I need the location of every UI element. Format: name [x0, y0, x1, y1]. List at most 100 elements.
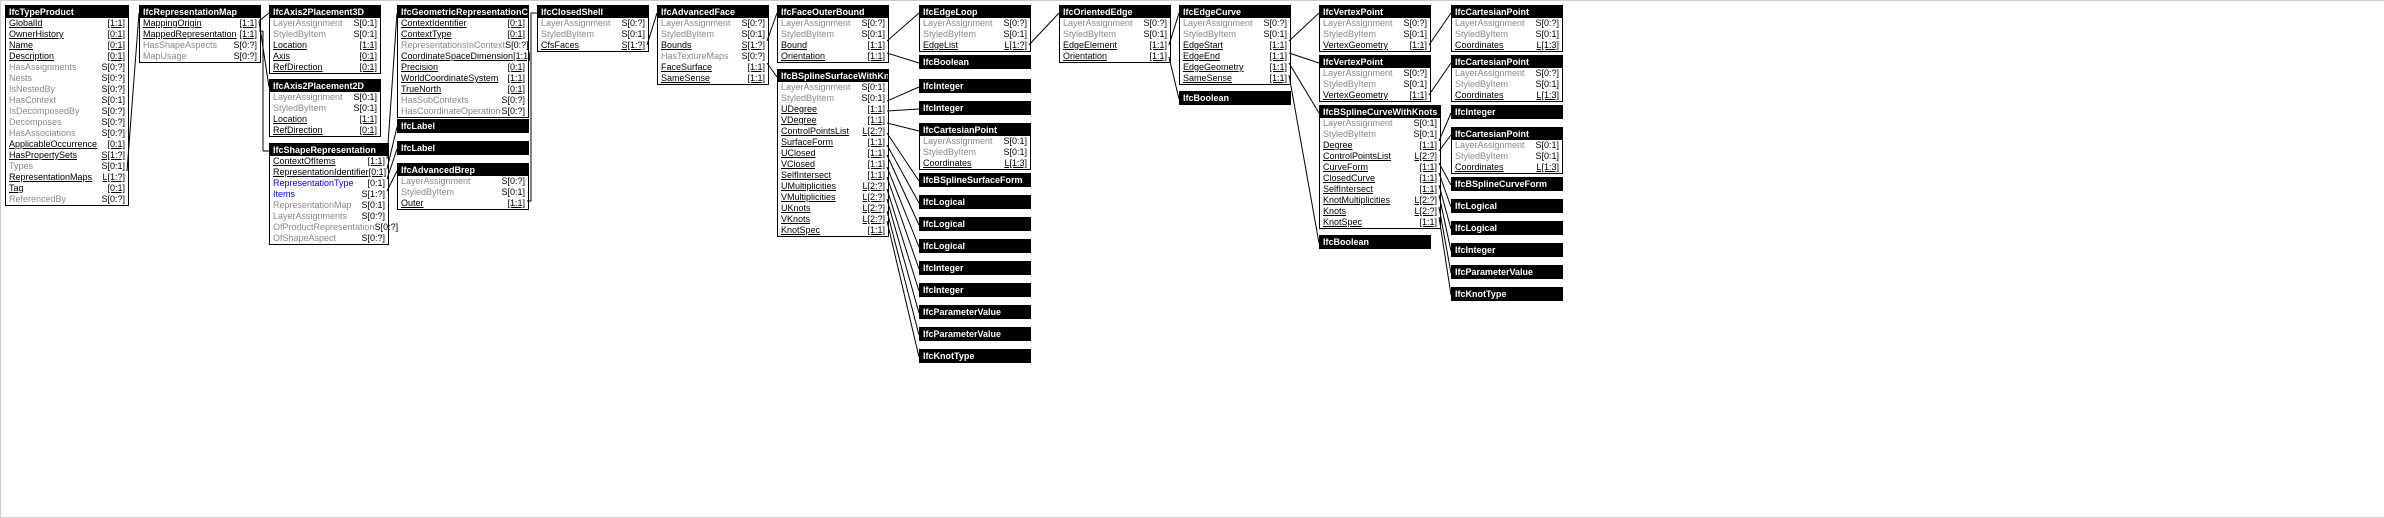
attr-UMultiplicities[interactable]: UMultiplicitiesL[2:?] [778, 181, 888, 192]
entity-IfcAdvancedBrep: IfcAdvancedBrepLayerAssignmentS[0:?]Styl… [397, 163, 529, 210]
attr-card: S[0:?] [501, 106, 525, 117]
attr-ApplicableOccurrence[interactable]: ApplicableOccurrence[0:1] [6, 139, 128, 150]
attr-VClosed[interactable]: VClosed[1:1] [778, 159, 888, 170]
attr-HasPropertySets[interactable]: HasPropertySetsS[1:?] [6, 150, 128, 161]
attr-name: RepresentationType [273, 178, 354, 189]
entity-IfcAxis2Placement3D: IfcAxis2Placement3DLayerAssignmentS[0:1]… [269, 5, 381, 74]
attr-VMultiplicities[interactable]: VMultiplicitiesL[2:?] [778, 192, 888, 203]
attr-UClosed[interactable]: UClosed[1:1] [778, 148, 888, 159]
attr-name: Orientation [1063, 51, 1107, 62]
attr-Knots[interactable]: KnotsL[2:?] [1320, 206, 1440, 217]
attr-name: StyledByItem [1455, 79, 1508, 90]
attr-GlobalId[interactable]: GlobalId[1:1] [6, 18, 128, 29]
attr-EdgeGeometry[interactable]: EdgeGeometry[1:1] [1180, 62, 1290, 73]
attr-LayerAssignment: LayerAssignmentS[0:?] [398, 176, 528, 187]
attr-ContextOfItems[interactable]: ContextOfItems[1:1] [270, 156, 388, 167]
attr-Coordinates[interactable]: CoordinatesL[1:3] [920, 158, 1030, 169]
entity-header: IfcOrientedEdge [1060, 6, 1170, 18]
entity-IfcShapeRepresentation: IfcShapeRepresentationContextOfItems[1:1… [269, 143, 389, 245]
attr-name: OfProductRepresentation [273, 222, 375, 233]
attr-MappedRepresentation[interactable]: MappedRepresentation[1:1] [140, 29, 260, 40]
attr-CoordinateSpaceDimension[interactable]: CoordinateSpaceDimension[1:1] [398, 51, 528, 62]
attr-Degree[interactable]: Degree[1:1] [1320, 140, 1440, 151]
attr-CfsFaces[interactable]: CfsFacesS[1:?] [538, 40, 648, 51]
attr-KnotSpec[interactable]: KnotSpec[1:1] [1320, 217, 1440, 228]
attr-Precision[interactable]: Precision[0:1] [398, 62, 528, 73]
attr-Axis[interactable]: Axis[0:1] [270, 51, 380, 62]
attr-Bound[interactable]: Bound[1:1] [778, 40, 888, 51]
attr-Bounds[interactable]: BoundsS[1:?] [658, 40, 768, 51]
attr-card: S[0:1] [1535, 29, 1559, 40]
attr-Location[interactable]: Location[1:1] [270, 40, 380, 51]
attr-name: LayerAssignment [273, 92, 343, 103]
attr-card: [1:1] [507, 73, 525, 84]
attr-name: HasTextureMaps [661, 51, 729, 62]
attr-ContextType[interactable]: ContextType[0:1] [398, 29, 528, 40]
attr-Outer[interactable]: Outer[1:1] [398, 198, 528, 209]
attr-name: LayerAssignment [541, 18, 611, 29]
attr-SameSense[interactable]: SameSense[1:1] [1180, 73, 1290, 84]
attr-VertexGeometry[interactable]: VertexGeometry[1:1] [1320, 40, 1430, 51]
attr-Coordinates[interactable]: CoordinatesL[1:3] [1452, 40, 1562, 51]
attr-FaceSurface[interactable]: FaceSurface[1:1] [658, 62, 768, 73]
attr-StyledByItem: StyledByItemS[0:1] [658, 29, 768, 40]
attr-name: KnotSpec [1323, 217, 1362, 228]
attr-EdgeStart[interactable]: EdgeStart[1:1] [1180, 40, 1290, 51]
attr-card: [1:1] [1269, 73, 1287, 84]
attr-KnotMultiplicities[interactable]: KnotMultiplicitiesL[2:?] [1320, 195, 1440, 206]
attr-EdgeEnd[interactable]: EdgeEnd[1:1] [1180, 51, 1290, 62]
attr-VDegree[interactable]: VDegree[1:1] [778, 115, 888, 126]
attr-UKnots[interactable]: UKnotsL[2:?] [778, 203, 888, 214]
attr-SurfaceForm[interactable]: SurfaceForm[1:1] [778, 137, 888, 148]
attr-card: S[0:?] [861, 18, 885, 29]
attr-Coordinates[interactable]: CoordinatesL[1:3] [1452, 162, 1562, 173]
attr-StyledByItem: StyledByItemS[0:1] [920, 29, 1030, 40]
attr-card: [1:1] [1269, 40, 1287, 51]
attr-EdgeList[interactable]: EdgeListL[1:?] [920, 40, 1030, 51]
connector-line [887, 221, 919, 357]
attr-SelfIntersect[interactable]: SelfIntersect[1:1] [1320, 184, 1440, 195]
attr-Name[interactable]: Name[0:1] [6, 40, 128, 51]
attr-EdgeElement[interactable]: EdgeElement[1:1] [1060, 40, 1170, 51]
attr-OwnerHistory[interactable]: OwnerHistory[0:1] [6, 29, 128, 40]
attr-UDegree[interactable]: UDegree[1:1] [778, 104, 888, 115]
attr-KnotSpec[interactable]: KnotSpec[1:1] [778, 225, 888, 236]
attr-RepresentationIdentifier[interactable]: RepresentationIdentifier[0:1] [270, 167, 388, 178]
attr-Description[interactable]: Description[0:1] [6, 51, 128, 62]
entity-header: IfcKnotType [1452, 288, 1562, 300]
attr-MappingOrigin[interactable]: MappingOrigin[1:1] [140, 18, 260, 29]
entity-IfcLogical: IfcLogical [1451, 221, 1563, 235]
attr-VertexGeometry[interactable]: VertexGeometry[1:1] [1320, 90, 1430, 101]
attr-Tag[interactable]: Tag[0:1] [6, 183, 128, 194]
attr-CurveForm[interactable]: CurveForm[1:1] [1320, 162, 1440, 173]
attr-Location[interactable]: Location[1:1] [270, 114, 380, 125]
attr-card: S[0:?] [501, 176, 525, 187]
attr-RefDirection[interactable]: RefDirection[0:1] [270, 125, 380, 136]
attr-LayerAssignment: LayerAssignmentS[0:1] [1452, 140, 1562, 151]
attr-ClosedCurve[interactable]: ClosedCurve[1:1] [1320, 173, 1440, 184]
attr-ControlPointsList[interactable]: ControlPointsListL[2:?] [1320, 151, 1440, 162]
attr-card: S[0:1] [1413, 129, 1437, 140]
attr-name: MappingOrigin [143, 18, 202, 29]
attr-name: ClosedCurve [1323, 173, 1375, 184]
attr-name: Decomposes [9, 117, 62, 128]
attr-RepresentationMaps[interactable]: RepresentationMapsL[1:?] [6, 172, 128, 183]
attr-Orientation[interactable]: Orientation[1:1] [1060, 51, 1170, 62]
attr-Orientation[interactable]: Orientation[1:1] [778, 51, 888, 62]
connector-line [1289, 63, 1319, 113]
attr-SameSense[interactable]: SameSense[1:1] [658, 73, 768, 84]
attr-SelfIntersect[interactable]: SelfIntersect[1:1] [778, 170, 888, 181]
attr-LayerAssignment: LayerAssignmentS[0:1] [920, 136, 1030, 147]
attr-Coordinates[interactable]: CoordinatesL[1:3] [1452, 90, 1562, 101]
attr-TrueNorth[interactable]: TrueNorth[0:1] [398, 84, 528, 95]
attr-name: StyledByItem [541, 29, 594, 40]
attr-ControlPointsList[interactable]: ControlPointsListL[2:?] [778, 126, 888, 137]
attr-RepresentationType[interactable]: RepresentationType[0:1] [270, 178, 388, 189]
attr-VKnots[interactable]: VKnotsL[2:?] [778, 214, 888, 225]
attr-RefDirection[interactable]: RefDirection[0:1] [270, 62, 380, 73]
attr-name: RefDirection [273, 125, 323, 136]
attr-card: [0:1] [107, 29, 125, 40]
attr-WorldCoordinateSystem[interactable]: WorldCoordinateSystem[1:1] [398, 73, 528, 84]
attr-ContextIdentifier[interactable]: ContextIdentifier[0:1] [398, 18, 528, 29]
attr-Items[interactable]: ItemsS[1:?] [270, 189, 388, 200]
